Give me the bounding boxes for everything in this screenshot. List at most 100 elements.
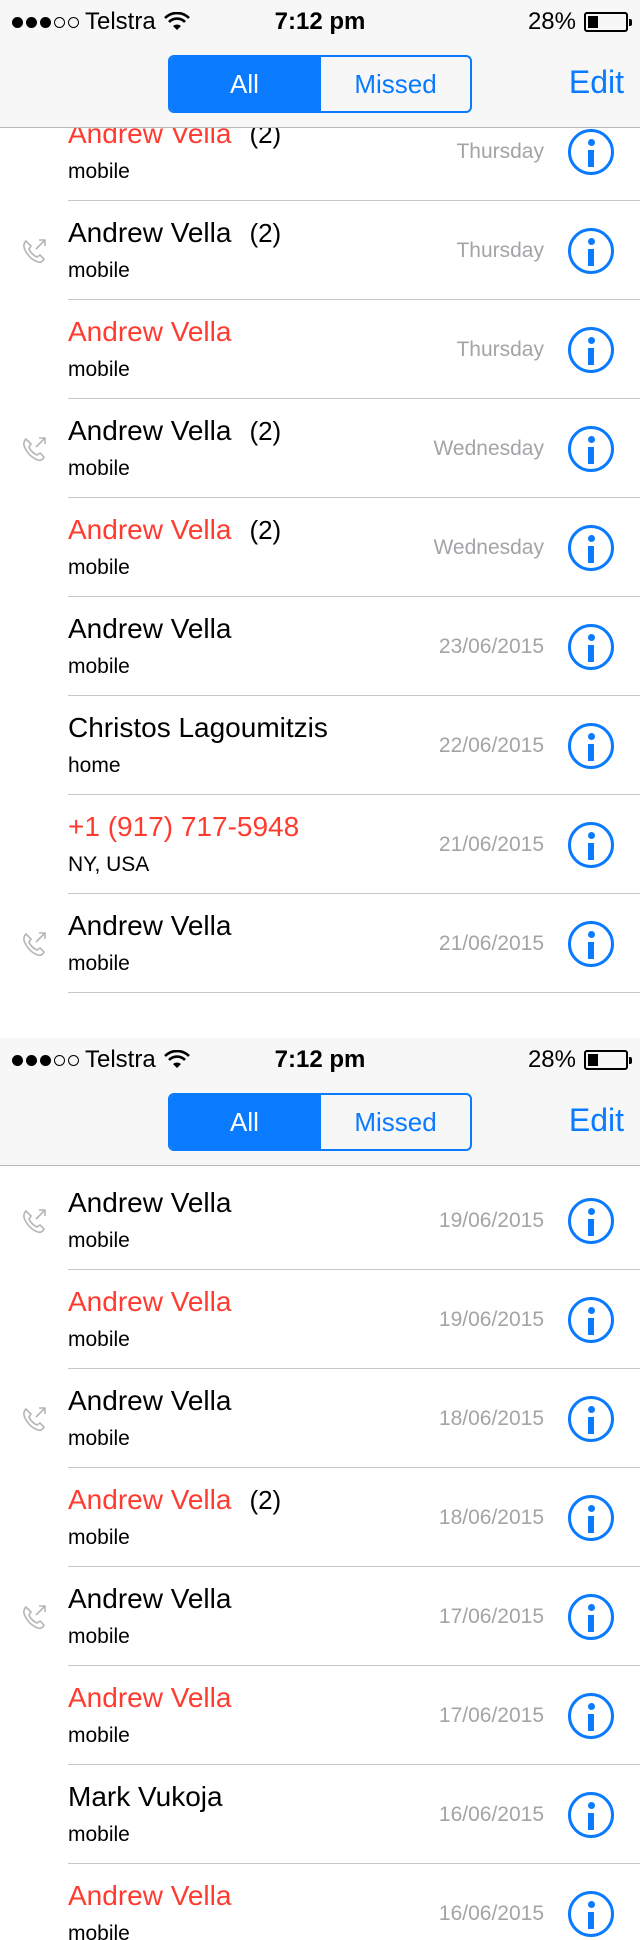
battery-percent: 28% bbox=[527, 1046, 576, 1073]
call-count: (2) bbox=[249, 416, 282, 446]
info-icon[interactable] bbox=[568, 1396, 614, 1442]
caller-line: Andrew Vella bbox=[68, 1385, 231, 1417]
call-row[interactable]: Andrew Vella mobile 19/06/2015 bbox=[0, 1171, 640, 1270]
call-date: 17/06/2015 bbox=[438, 1704, 544, 1727]
call-row[interactable]: Andrew Vella mobile 17/06/2015 bbox=[0, 1666, 640, 1765]
call-row[interactable]: Christos Lagoumitzis home 22/06/2015 bbox=[0, 696, 640, 795]
caller-line: Andrew Vella bbox=[68, 1583, 231, 1615]
caller-line: Andrew Vella bbox=[68, 910, 231, 942]
call-count: (2) bbox=[249, 218, 282, 248]
caller-line: Christos Lagoumitzis bbox=[68, 712, 328, 744]
battery-icon bbox=[584, 1050, 632, 1070]
caller-line: Andrew Vella (2) bbox=[68, 1484, 281, 1516]
number-type: mobile bbox=[68, 457, 130, 480]
edit-button[interactable]: Edit bbox=[569, 1102, 624, 1139]
caller-name: Mark Vukoja bbox=[68, 1781, 223, 1812]
info-icon[interactable] bbox=[568, 525, 614, 571]
info-icon[interactable] bbox=[568, 1198, 614, 1244]
caller-name: Andrew Vella bbox=[68, 910, 232, 941]
outgoing-call-icon bbox=[23, 1605, 46, 1630]
call-row[interactable]: Andrew Vella mobile 17/06/2015 bbox=[0, 1567, 640, 1666]
info-icon[interactable] bbox=[568, 723, 614, 769]
info-icon[interactable] bbox=[568, 228, 614, 274]
call-date: Thursday bbox=[456, 239, 544, 262]
call-date: 22/06/2015 bbox=[438, 734, 544, 757]
number-type: mobile bbox=[68, 1427, 130, 1450]
caller-line: Andrew Vella bbox=[68, 1880, 231, 1912]
recents-screen-2: Andrew Vella mobile 19/06/2015 Andrew Vella… bbox=[0, 1038, 640, 1940]
call-row[interactable]: Andrew Vella mobile 23/06/2015 bbox=[0, 597, 640, 696]
call-date: 21/06/2015 bbox=[438, 833, 544, 856]
caller-line: Andrew Vella (2) bbox=[68, 415, 281, 447]
status-right: 28% bbox=[527, 1046, 632, 1074]
caller-name: Andrew Vella bbox=[68, 316, 232, 347]
status-bar: Telstra 7:12 pm 28% bbox=[0, 0, 640, 42]
call-date: 18/06/2015 bbox=[438, 1506, 544, 1529]
info-icon[interactable] bbox=[568, 1495, 614, 1541]
info-icon[interactable] bbox=[568, 822, 614, 868]
info-icon[interactable] bbox=[568, 1693, 614, 1739]
call-row[interactable]: Andrew Vella mobile 19/06/2015 bbox=[0, 1270, 640, 1369]
caller-line: Andrew Vella bbox=[68, 1187, 231, 1219]
call-list: Andrew Vella mobile 19/06/2015 Andrew Vella… bbox=[0, 1171, 640, 1940]
number-type: mobile bbox=[68, 556, 130, 579]
outgoing-call-icon bbox=[23, 437, 46, 462]
outgoing-call-icon bbox=[23, 1209, 46, 1234]
segment-missed[interactable]: Missed bbox=[319, 1095, 470, 1149]
call-row[interactable]: Andrew Vella mobile Thursday bbox=[0, 300, 640, 399]
caller-name: Andrew Vella bbox=[68, 1880, 232, 1911]
call-date: 16/06/2015 bbox=[438, 1803, 544, 1826]
number-type: mobile bbox=[68, 1526, 130, 1549]
caller-name: Andrew Vella bbox=[68, 613, 232, 644]
edit-button[interactable]: Edit bbox=[569, 64, 624, 101]
number-type: mobile bbox=[68, 1328, 130, 1351]
info-icon[interactable] bbox=[568, 327, 614, 373]
status-right: 28% bbox=[528, 8, 632, 36]
caller-line: +1 (917) 717-5948 bbox=[68, 811, 299, 843]
call-row[interactable]: Andrew Vella (2) mobile 18/06/2015 bbox=[0, 1468, 640, 1567]
segment-all[interactable]: All bbox=[170, 1095, 319, 1149]
caller-name: Andrew Vella bbox=[68, 1583, 232, 1614]
info-icon[interactable] bbox=[568, 1891, 614, 1937]
number-type: mobile bbox=[68, 655, 130, 678]
caller-name: Andrew Vella bbox=[68, 1187, 232, 1218]
info-icon[interactable] bbox=[568, 1594, 614, 1640]
outgoing-call-icon bbox=[23, 239, 46, 264]
caller-name: Andrew Vella bbox=[68, 1286, 232, 1317]
header: Telstra 7:12 pm 28% All Missed Edit bbox=[0, 0, 640, 128]
number-type: home bbox=[68, 754, 121, 777]
call-row[interactable]: Andrew Vella (2) mobile Wednesday bbox=[0, 498, 640, 597]
row-separator bbox=[68, 992, 640, 993]
caller-name: Christos Lagoumitzis bbox=[68, 712, 328, 743]
call-date: 16/06/2015 bbox=[438, 1902, 544, 1925]
info-icon[interactable] bbox=[568, 1792, 614, 1838]
header: Telstra 7:12 pm 28% All Missed Edit bbox=[0, 1038, 640, 1166]
call-row[interactable]: Andrew Vella mobile 16/06/2015 bbox=[0, 1864, 640, 1940]
number-type: NY, USA bbox=[68, 853, 150, 876]
caller-name: Andrew Vella bbox=[68, 1385, 232, 1416]
info-icon[interactable] bbox=[568, 1297, 614, 1343]
segment-missed[interactable]: Missed bbox=[319, 57, 470, 111]
call-date: 23/06/2015 bbox=[438, 635, 544, 658]
call-row[interactable]: Andrew Vella (2) mobile Wednesday bbox=[0, 399, 640, 498]
call-date: 19/06/2015 bbox=[438, 1308, 544, 1331]
call-row[interactable]: Andrew Vella (2) mobile Thursday bbox=[0, 201, 640, 300]
call-row[interactable]: +1 (917) 717-5948 NY, USA 21/06/2015 bbox=[0, 795, 640, 894]
info-icon[interactable] bbox=[568, 426, 614, 472]
info-icon[interactable] bbox=[568, 129, 614, 175]
call-date: Thursday bbox=[456, 338, 544, 361]
number-type: mobile bbox=[68, 358, 130, 381]
call-row[interactable]: Andrew Vella mobile 18/06/2015 bbox=[0, 1369, 640, 1468]
call-count: (2) bbox=[249, 1485, 282, 1515]
caller-line: Mark Vukoja bbox=[68, 1781, 223, 1813]
call-row[interactable]: Mark Vukoja mobile 16/06/2015 bbox=[0, 1765, 640, 1864]
call-date: 21/06/2015 bbox=[438, 932, 544, 955]
call-date: 19/06/2015 bbox=[438, 1209, 544, 1232]
info-icon[interactable] bbox=[568, 624, 614, 670]
status-bar: Telstra 7:12 pm 28% bbox=[0, 1038, 640, 1080]
call-row[interactable]: Andrew Vella mobile 21/06/2015 bbox=[0, 894, 640, 993]
info-icon[interactable] bbox=[568, 921, 614, 967]
caller-name: Andrew Vella bbox=[68, 217, 232, 248]
call-date: Thursday bbox=[456, 140, 544, 163]
segment-all[interactable]: All bbox=[170, 57, 319, 111]
